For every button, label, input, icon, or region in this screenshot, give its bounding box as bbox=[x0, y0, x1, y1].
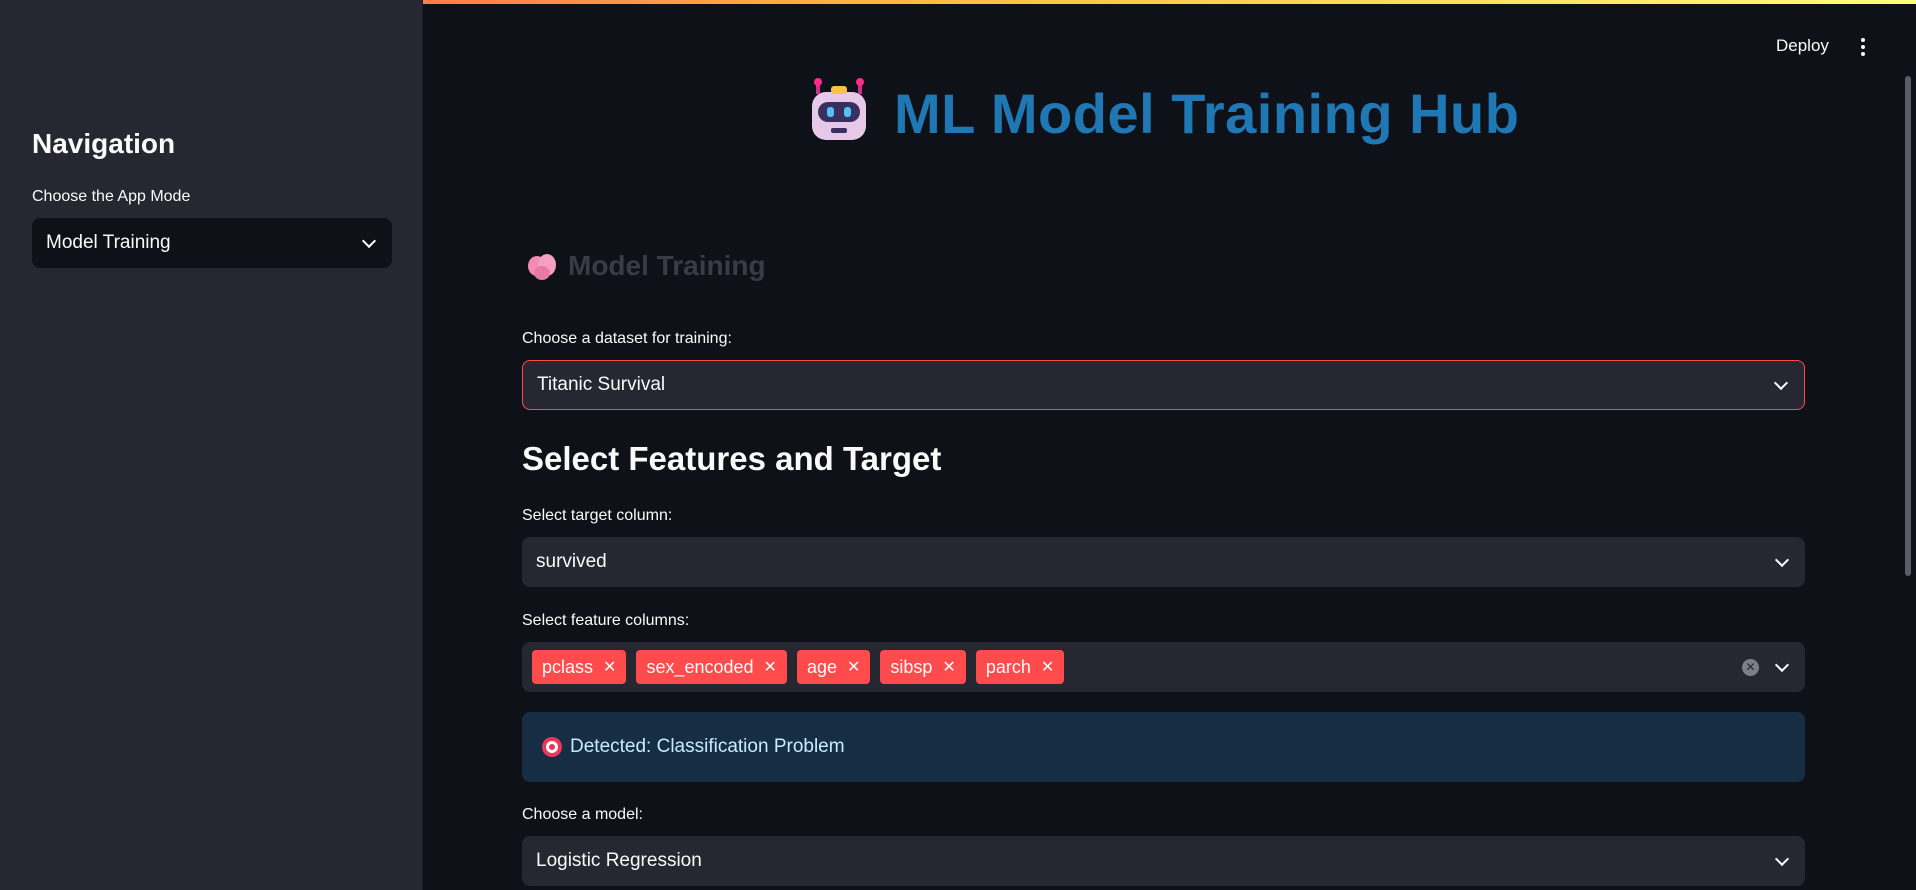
model-label: Choose a model: bbox=[522, 806, 643, 823]
model-value: Logistic Regression bbox=[536, 850, 702, 871]
remove-tag-icon[interactable]: ✕ bbox=[942, 657, 955, 677]
feature-tag[interactable]: sibsp ✕ bbox=[880, 650, 966, 684]
remove-tag-icon[interactable]: ✕ bbox=[764, 657, 777, 677]
app-mode-label: Choose the App Mode bbox=[32, 188, 191, 205]
chevron-down-icon bbox=[1773, 375, 1789, 391]
chevron-down-icon bbox=[361, 233, 377, 249]
sidebar: Navigation Choose the App Mode Model Tra… bbox=[0, 0, 423, 890]
sidebar-title: Navigation bbox=[32, 128, 176, 159]
target-value: survived bbox=[536, 551, 607, 572]
app-mode-select[interactable]: Model Training bbox=[32, 218, 392, 268]
features-multiselect[interactable]: pclass ✕ sex_encoded ✕ age ✕ sibsp ✕ parch ✕ … bbox=[522, 642, 1805, 692]
dataset-label: Choose a dataset for training: bbox=[522, 330, 732, 347]
feature-tag[interactable]: parch ✕ bbox=[975, 650, 1065, 684]
app-mode-value: Model Training bbox=[46, 232, 171, 253]
target-select[interactable]: survived bbox=[522, 537, 1805, 587]
info-text: Detected: Classification Problem bbox=[570, 736, 845, 757]
chevron-down-icon[interactable] bbox=[1774, 657, 1790, 673]
dataset-select[interactable]: Titanic Survival bbox=[522, 360, 1805, 410]
remove-tag-icon[interactable]: ✕ bbox=[847, 657, 860, 677]
features-heading: Select Features and Target bbox=[522, 440, 942, 477]
chevron-down-icon bbox=[1774, 552, 1790, 568]
more-vertical-icon[interactable] bbox=[1857, 38, 1869, 58]
robot-icon bbox=[806, 78, 872, 146]
feature-tag[interactable]: pclass ✕ bbox=[532, 650, 627, 684]
remove-tag-icon[interactable]: ✕ bbox=[603, 657, 616, 677]
clear-all-icon[interactable]: ✕ bbox=[1742, 659, 1759, 676]
page-header: ML Model Training Hub bbox=[806, 78, 1519, 148]
deploy-button[interactable]: Deploy bbox=[1776, 36, 1829, 56]
feature-tag[interactable]: age ✕ bbox=[796, 650, 871, 684]
dataset-value: Titanic Survival bbox=[537, 374, 666, 395]
section-heading: Model Training bbox=[526, 250, 766, 282]
target-icon bbox=[542, 737, 562, 757]
scrollbar[interactable] bbox=[1905, 76, 1911, 576]
target-label: Select target column: bbox=[522, 507, 673, 524]
model-select[interactable]: Logistic Regression bbox=[522, 836, 1805, 886]
info-alert: Detected: Classification Problem bbox=[522, 712, 1805, 782]
page-title: ML Model Training Hub bbox=[894, 81, 1520, 145]
section-title: Model Training bbox=[568, 250, 766, 281]
features-label: Select feature columns: bbox=[522, 612, 690, 629]
brain-icon bbox=[526, 252, 558, 280]
chevron-down-icon bbox=[1774, 851, 1790, 867]
remove-tag-icon[interactable]: ✕ bbox=[1041, 657, 1054, 677]
feature-tag[interactable]: sex_encoded ✕ bbox=[636, 650, 787, 684]
